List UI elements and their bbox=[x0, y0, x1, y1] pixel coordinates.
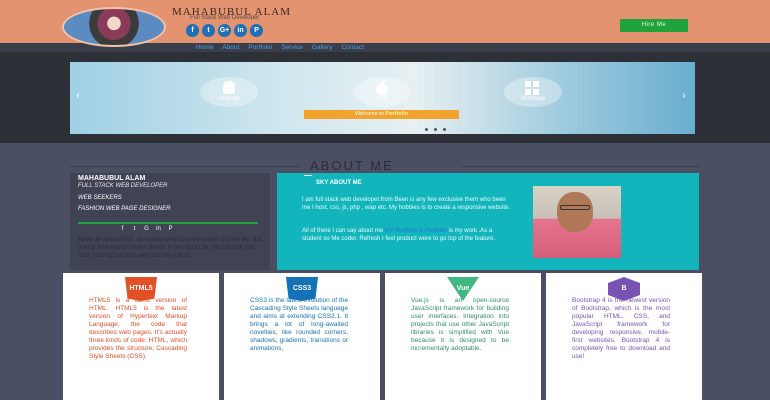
brand-subtitle: Full Stack Web Developer bbox=[190, 15, 260, 21]
nav-item-home[interactable]: Home bbox=[196, 43, 213, 52]
twitter-icon[interactable]: t bbox=[130, 225, 139, 234]
title-divider-right bbox=[462, 166, 699, 167]
slider-dots bbox=[425, 128, 446, 131]
google-plus-icon[interactable]: G+ bbox=[218, 24, 231, 37]
profile-name: MAHABUBUL ALAM bbox=[78, 175, 146, 182]
about-paragraph-2: All of there I can say about me MY Portf… bbox=[302, 228, 512, 243]
title-divider-left bbox=[70, 166, 300, 167]
about-p2-prefix: All of there I can say about me bbox=[302, 228, 384, 234]
nav-item-service[interactable]: Service bbox=[281, 43, 303, 52]
about-title: ABOUT ME bbox=[310, 158, 394, 173]
twitter-icon[interactable]: t bbox=[202, 24, 215, 37]
slider-prev-arrow[interactable]: ‹ bbox=[76, 90, 80, 102]
pinterest-icon[interactable]: P bbox=[166, 225, 175, 234]
about-heading-accent bbox=[304, 175, 312, 176]
profile-quote: Know all about a Bur, an strong about to… bbox=[78, 237, 262, 259]
about-heading: SKY ABOUT ME bbox=[316, 180, 362, 186]
slide-label-android: Android bbox=[218, 96, 240, 102]
welcome-prefix: Welcome to bbox=[354, 111, 384, 117]
facebook-icon[interactable]: f bbox=[186, 24, 199, 37]
windows-icon bbox=[525, 81, 539, 95]
about-card bbox=[277, 173, 699, 270]
nav-item-about[interactable]: About bbox=[222, 43, 239, 52]
vue-description: Vue.js is an open-source JavaScript fram… bbox=[411, 297, 509, 352]
profile-fashion: FASHION WEB PAGE DESIGNER bbox=[78, 206, 171, 212]
avatar bbox=[62, 7, 166, 47]
portfolio-link[interactable]: MY Portfolio is Portfolio bbox=[385, 228, 447, 234]
linkedin-icon[interactable]: in bbox=[234, 24, 247, 37]
about-paragraph-1: I am full stack web developer.from Been … bbox=[302, 197, 511, 211]
bootstrap-description: Bootstrap 4 is the newest version of Boo… bbox=[572, 297, 670, 360]
pinterest-icon[interactable]: P bbox=[250, 24, 263, 37]
slide-welcome-banner[interactable]: Welcome to Portfolio bbox=[304, 110, 459, 119]
nav-item-contact[interactable]: Contact bbox=[341, 43, 363, 52]
slide-label-ios: IOS bbox=[376, 96, 388, 102]
facebook-icon[interactable]: f bbox=[118, 225, 127, 234]
nav-item-gallery[interactable]: Gallery bbox=[312, 43, 333, 52]
apple-icon bbox=[376, 80, 388, 95]
profile-role: FULL STACK WEB DEVELOPER bbox=[78, 183, 168, 189]
linkedin-icon[interactable]: in bbox=[154, 225, 163, 234]
profile-web: WEB SEEKERS bbox=[78, 195, 122, 201]
slider-dot[interactable] bbox=[443, 128, 446, 131]
photo-face bbox=[557, 192, 593, 232]
css3-description: CSS3 is the latest evolution of the Casc… bbox=[250, 297, 348, 352]
hero-slider: Android IOS Windows Welcome to Portfolio… bbox=[70, 62, 695, 134]
html5-description: HTML5 is a latest version of HTML. HTML5… bbox=[89, 297, 187, 360]
hire-me-button[interactable]: Hire Me bbox=[620, 19, 688, 32]
photo-glasses bbox=[560, 205, 590, 210]
slide-label-windows: Windows bbox=[520, 96, 546, 102]
slider-dot[interactable] bbox=[425, 128, 428, 131]
nav-links: Home About Portfolio Service Gallery Con… bbox=[196, 43, 364, 52]
slider-next-arrow[interactable]: › bbox=[682, 90, 686, 102]
google-icon[interactable]: G bbox=[142, 225, 151, 234]
profile-divider bbox=[78, 222, 258, 224]
android-icon bbox=[223, 81, 235, 94]
welcome-highlight: Portfolio bbox=[385, 111, 409, 117]
profile-socials: f t G in P bbox=[118, 225, 175, 234]
nav-item-portfolio[interactable]: Portfolio bbox=[248, 43, 272, 52]
header-socials: f t G+ in P bbox=[186, 24, 263, 37]
slider-dot[interactable] bbox=[434, 128, 437, 131]
